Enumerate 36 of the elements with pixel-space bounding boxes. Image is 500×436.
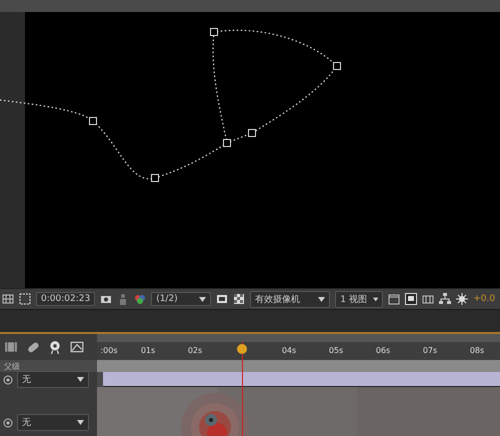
column-header: 父级	[4, 360, 20, 372]
camera-dropdown[interactable]: 有效摄像机	[250, 290, 330, 308]
layout-icon[interactable]	[422, 293, 434, 305]
display-icon[interactable]	[216, 293, 228, 305]
time-label: 08s	[470, 346, 484, 355]
resolution-dropdown[interactable]: (1/2)	[151, 292, 212, 306]
flowchart-icon[interactable]	[439, 293, 452, 305]
caret-icon	[199, 296, 206, 302]
time-label: 07s	[422, 346, 438, 355]
region-icon[interactable]	[19, 293, 31, 305]
caret-icon	[372, 296, 378, 302]
graph-editor-icon[interactable]	[70, 340, 84, 354]
time-label: :00s	[100, 346, 118, 355]
exposure-value[interactable]: +0.0	[473, 294, 496, 304]
camera-icon[interactable]	[100, 293, 112, 305]
timecode-field[interactable]: 0:00:02:23	[36, 292, 96, 306]
view-layout-dropdown[interactable]: 1 视图	[335, 290, 384, 308]
grid-icon[interactable]	[2, 293, 14, 305]
exposure-icon[interactable]	[456, 293, 468, 305]
time-label: 01s	[140, 346, 156, 355]
time-label: 04s	[282, 346, 296, 355]
parent-dropdown[interactable]: 无	[17, 371, 89, 388]
parent-dropdown[interactable]: 无	[17, 414, 89, 431]
caret-icon	[77, 420, 84, 425]
calendar-icon[interactable]	[388, 293, 400, 305]
caret-icon	[77, 377, 84, 382]
time-label: 05s	[328, 346, 344, 355]
film-icon[interactable]	[4, 340, 18, 354]
time-label: 06s	[376, 346, 390, 355]
layer-bar[interactable]	[103, 372, 500, 387]
caret-icon	[318, 296, 326, 302]
time-label: 02s	[188, 346, 202, 355]
color-channels-icon[interactable]	[134, 293, 146, 305]
checkerboard-icon[interactable]	[233, 293, 246, 305]
monitor-icon[interactable]	[405, 293, 418, 305]
time-ruler[interactable]: :00s 01s 02s 04s 05s 06s 07s 08s	[97, 334, 500, 360]
